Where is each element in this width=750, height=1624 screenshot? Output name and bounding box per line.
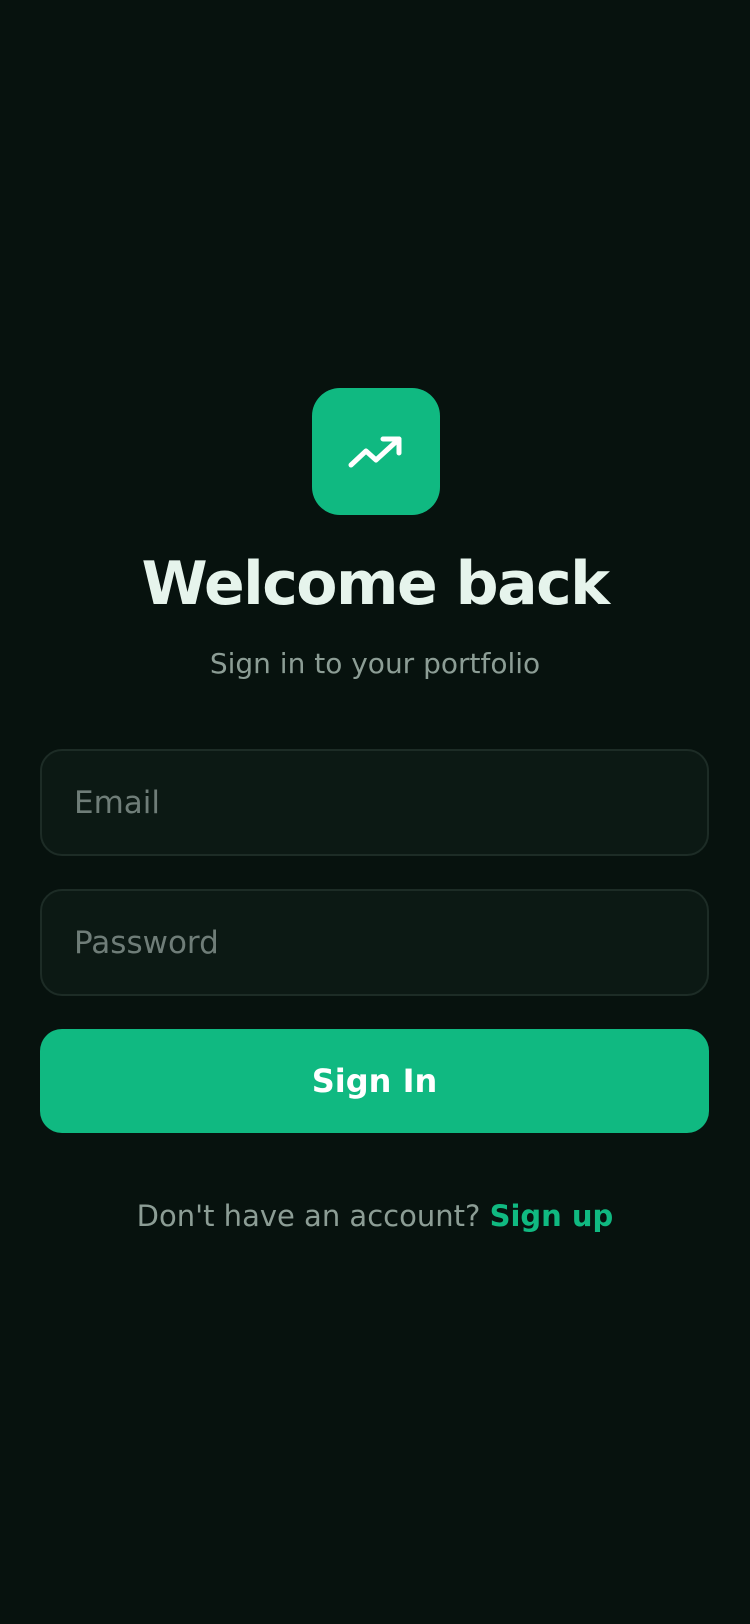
trending-up-icon: [347, 432, 405, 472]
signup-prompt: Don't have an account? Sign up: [0, 1196, 750, 1236]
login-screen: Welcome back Sign in to your portfolio S…: [0, 0, 750, 1624]
app-logo: [312, 388, 440, 515]
page-subtitle: Sign in to your portfolio: [209, 647, 541, 680]
page-title: Welcome back: [141, 549, 610, 619]
sign-up-link[interactable]: Sign up: [490, 1199, 614, 1233]
password-field[interactable]: [40, 889, 709, 996]
sign-in-button[interactable]: Sign In: [40, 1029, 709, 1133]
signup-prompt-text: Don't have an account?: [136, 1199, 481, 1233]
email-field[interactable]: [40, 749, 709, 856]
